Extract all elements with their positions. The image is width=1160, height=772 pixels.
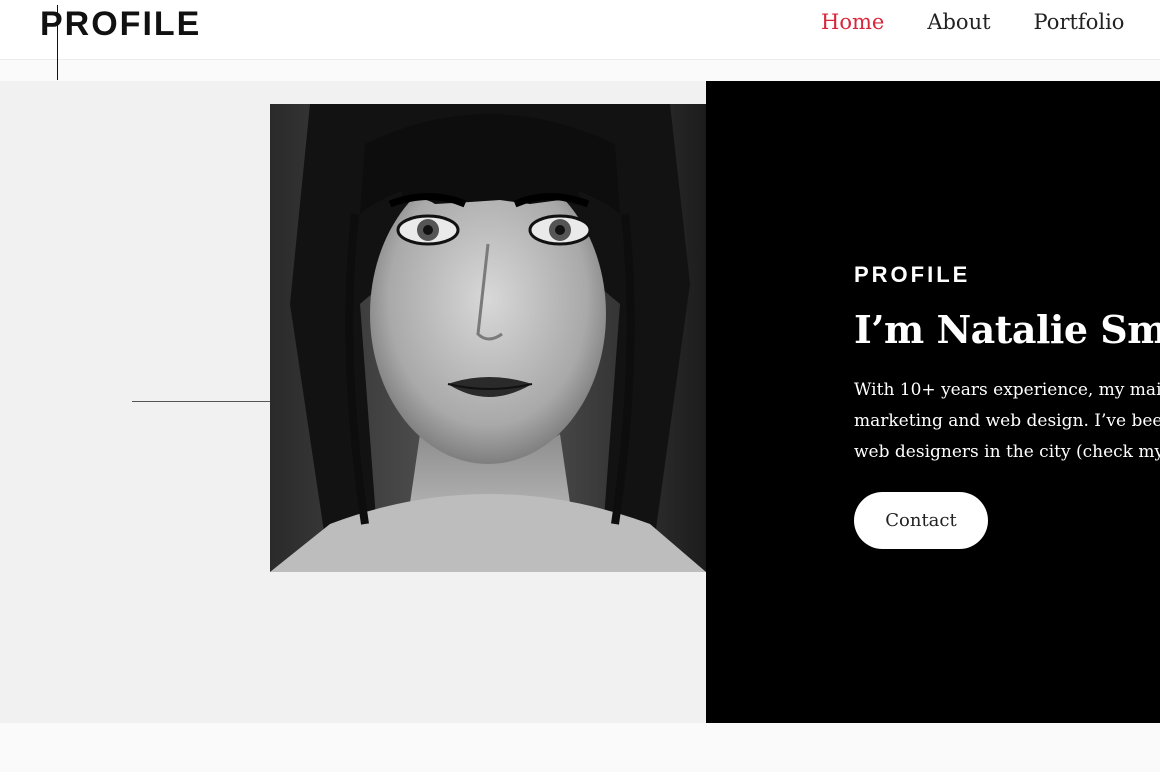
hero-dark-panel: PROFILE I’m Natalie Smith With 10+ years… [706,81,1160,723]
section-eyebrow: PROFILE [854,262,971,287]
nav-home-link[interactable]: Home [821,8,884,36]
decorative-line [132,401,270,402]
bio-paragraph: With 10+ years experience, my mair marke… [854,375,1160,468]
bio-line: web designers in the city (check my [854,442,1160,462]
bio-line: With 10+ years experience, my mair [854,380,1160,400]
profile-portrait-image [270,104,706,572]
text-cursor [57,5,58,80]
portrait-illustration [270,104,706,572]
site-logo[interactable]: PROFILE [40,4,201,44]
contact-button[interactable]: Contact [854,492,988,549]
nav-portfolio-link[interactable]: Portfolio [1034,8,1125,36]
hero-headline: I’m Natalie Smith [854,307,1160,352]
bio-line: marketing and web design. I’ve bee [854,411,1160,431]
main-nav: Home About Portfolio [821,8,1160,36]
site-header: PROFILE Home About Portfolio [0,0,1160,60]
nav-about-link[interactable]: About [927,8,990,36]
